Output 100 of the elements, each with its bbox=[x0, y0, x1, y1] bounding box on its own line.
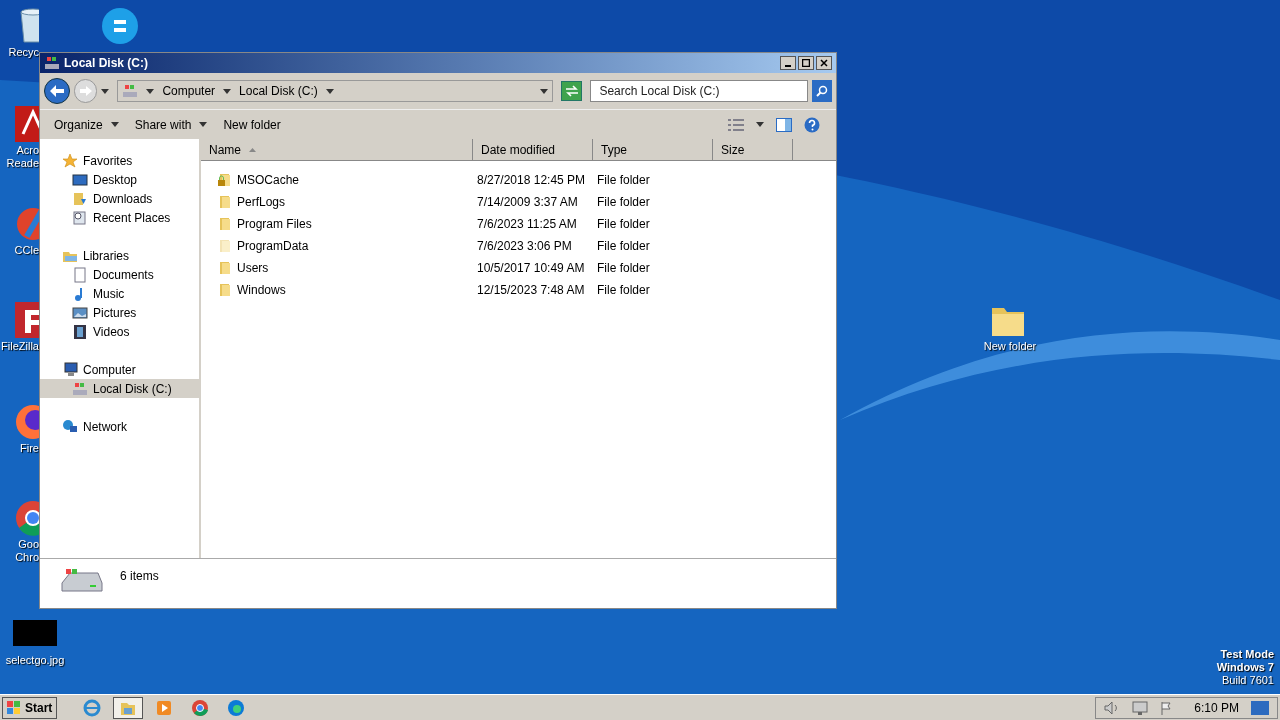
icon-label: Chro bbox=[15, 551, 39, 564]
folder-icon bbox=[217, 238, 233, 254]
nav-item[interactable]: Videos bbox=[40, 322, 199, 341]
file-row[interactable]: PerfLogs 7/14/2009 3:37 AM File folder bbox=[201, 191, 836, 213]
document-icon bbox=[72, 266, 88, 283]
date-cell-text: 8/27/2018 12:45 PM bbox=[476, 172, 587, 189]
icon-label: Acro bbox=[16, 144, 39, 157]
search-field[interactable]: Search Local Disk (C:) bbox=[590, 80, 809, 102]
icon-label: New folder bbox=[983, 340, 1037, 353]
view-options-button[interactable] bbox=[728, 118, 764, 131]
date-cell-text: 12/15/2023 7:48 AM bbox=[476, 282, 586, 299]
type-cell-text: File folder bbox=[596, 282, 651, 299]
breadcrumb-item[interactable]: Local Disk (C:) bbox=[239, 82, 318, 100]
toolbar-button[interactable]: Organize bbox=[48, 112, 125, 137]
desktop-icon bbox=[72, 171, 88, 188]
type-cell-text: File folder bbox=[596, 172, 651, 189]
app-icon bbox=[191, 698, 210, 717]
icon-label: CCle bbox=[14, 244, 39, 257]
file-row[interactable]: Program Files 7/6/2023 11:25 AM File folder bbox=[201, 213, 836, 235]
search-button[interactable] bbox=[812, 80, 832, 102]
type-cell-text: File folder bbox=[596, 238, 651, 255]
maximize-icon bbox=[802, 59, 810, 67]
drive-icon bbox=[60, 567, 104, 595]
close-button[interactable] bbox=[816, 56, 832, 70]
taskbar-app[interactable] bbox=[113, 696, 144, 719]
column-header[interactable]: Name bbox=[201, 139, 473, 160]
toolbar-button[interactable]: Share with bbox=[128, 112, 214, 137]
folder-icon bbox=[217, 260, 233, 276]
file-row[interactable]: Windows 12/15/2023 7:48 AM File folder bbox=[201, 279, 836, 301]
folder-icon bbox=[217, 216, 233, 232]
refresh-icon bbox=[564, 85, 579, 97]
nav-item[interactable]: Favorites bbox=[40, 151, 199, 170]
nav-item[interactable]: Music bbox=[40, 284, 199, 303]
drive-icon bbox=[122, 83, 139, 99]
file-name: Program Files bbox=[237, 216, 312, 233]
locked-folder-icon bbox=[217, 172, 233, 188]
caret-icon bbox=[325, 88, 334, 94]
minimize-button[interactable] bbox=[780, 56, 796, 70]
system-info-line: Build 7601 bbox=[1222, 674, 1274, 687]
recent-icon bbox=[72, 209, 88, 226]
clock[interactable]: 6:10 PM bbox=[1194, 698, 1239, 717]
nav-item[interactable]: Recent Places bbox=[40, 208, 199, 227]
date-cell-text: 7/6/2023 3:06 PM bbox=[476, 238, 573, 255]
icon-label: Fire bbox=[20, 442, 39, 455]
maximize-button[interactable] bbox=[798, 56, 814, 70]
type-cell-text: File folder bbox=[596, 194, 651, 211]
nav-item[interactable]: Network bbox=[40, 417, 199, 436]
column-header[interactable]: Size bbox=[713, 139, 793, 160]
folder-icon bbox=[217, 282, 233, 298]
nav-item[interactable]: Computer bbox=[40, 360, 199, 379]
column-header[interactable]: Date modified bbox=[473, 139, 593, 160]
system-info-line: Windows 7 bbox=[1216, 661, 1274, 674]
close-icon bbox=[820, 59, 828, 67]
file-row[interactable]: Users 10/5/2017 10:49 AM File folder bbox=[201, 257, 836, 279]
date-cell-text: 7/14/2009 3:37 AM bbox=[476, 194, 579, 211]
toolbar-button[interactable]: New folder bbox=[217, 112, 287, 137]
caret-icon bbox=[539, 88, 548, 94]
picture-icon bbox=[72, 304, 88, 321]
nav-item[interactable]: Libraries bbox=[40, 246, 199, 265]
nav-item[interactable]: Local Disk (C:) bbox=[40, 379, 199, 398]
back-arrow-icon bbox=[49, 85, 64, 97]
file-row[interactable]: MSOCache 8/27/2018 12:45 PM File folder bbox=[201, 169, 836, 191]
icon-label: Recyc bbox=[8, 46, 39, 59]
video-icon bbox=[72, 323, 88, 340]
show-desktop-icon[interactable] bbox=[1251, 700, 1269, 715]
preview-pane-button[interactable] bbox=[776, 117, 792, 132]
folder-icon bbox=[217, 194, 233, 210]
icon-label: Reade bbox=[6, 157, 39, 170]
drive-icon bbox=[72, 380, 88, 397]
app-icon bbox=[83, 698, 102, 717]
column-header[interactable]: Type bbox=[593, 139, 713, 160]
address-bar[interactable]: Computer Local Disk (C:) bbox=[117, 80, 553, 102]
caret-icon bbox=[756, 122, 764, 127]
start-button[interactable]: Start bbox=[2, 696, 58, 719]
nav-item[interactable]: Desktop bbox=[40, 170, 199, 189]
app-icon bbox=[155, 698, 174, 717]
back-button[interactable] bbox=[44, 78, 70, 104]
icon-label: FileZilla bbox=[1, 340, 39, 353]
help-button[interactable] bbox=[804, 116, 820, 133]
windows-logo-icon bbox=[7, 700, 21, 715]
caret-icon bbox=[146, 88, 155, 94]
network-icon bbox=[62, 418, 78, 435]
details-view-icon bbox=[728, 118, 744, 131]
computer-icon bbox=[62, 361, 78, 378]
file-name: ProgramData bbox=[237, 238, 309, 255]
forward-arrow-icon bbox=[79, 86, 92, 96]
file-row[interactable]: ProgramData 7/6/2023 3:06 PM File folder bbox=[201, 235, 836, 257]
icon-label: Goo bbox=[18, 538, 39, 551]
search-icon bbox=[816, 85, 829, 97]
file-name: Windows bbox=[237, 282, 286, 299]
breadcrumb-item[interactable]: Computer bbox=[162, 82, 216, 100]
file-name: Users bbox=[237, 260, 269, 277]
caret-icon bbox=[101, 88, 110, 94]
nav-item[interactable]: Downloads bbox=[40, 189, 199, 208]
refresh-button[interactable] bbox=[560, 81, 583, 101]
help-icon bbox=[804, 116, 820, 133]
caret-icon bbox=[223, 88, 232, 94]
network-icon[interactable] bbox=[1132, 700, 1149, 715]
nav-item[interactable]: Documents bbox=[40, 265, 199, 284]
nav-item[interactable]: Pictures bbox=[40, 303, 199, 322]
